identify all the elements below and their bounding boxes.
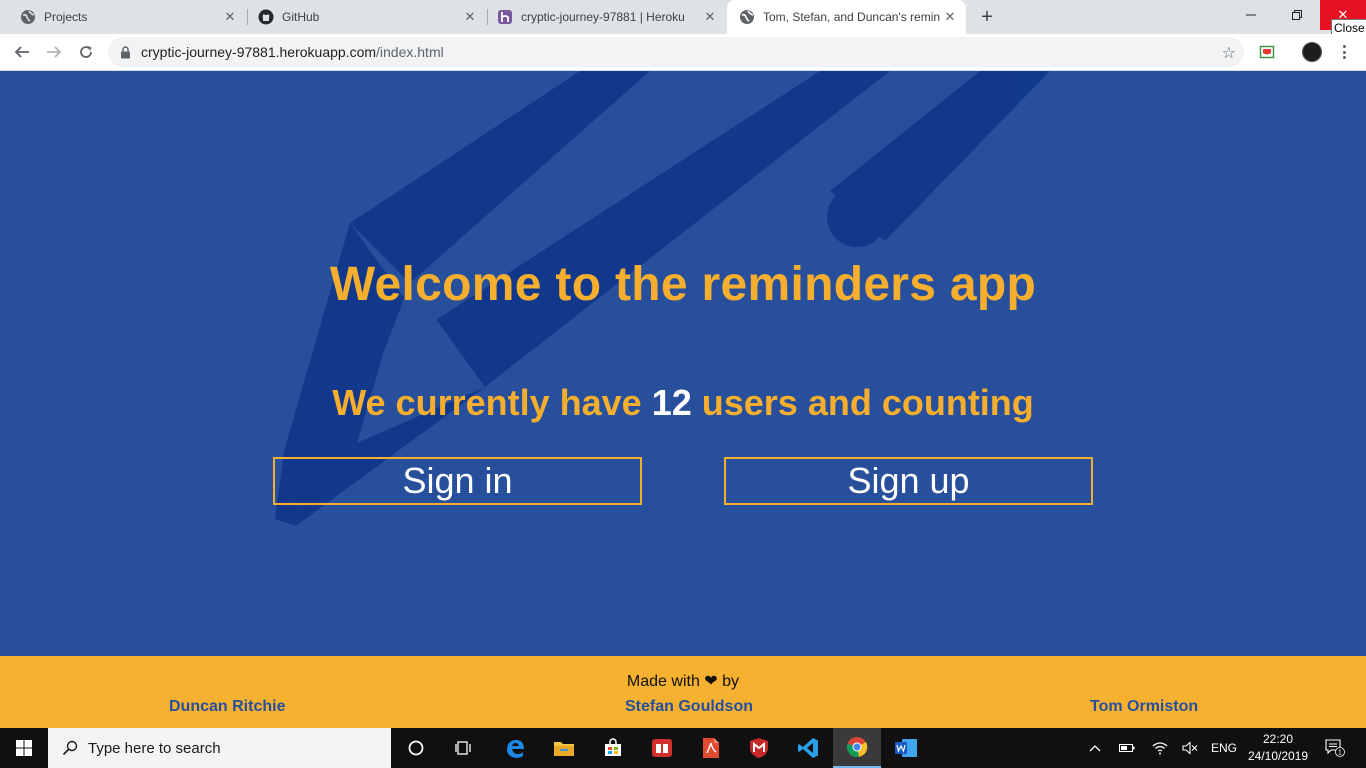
tab-github[interactable]: GitHub ✕ <box>238 0 486 34</box>
clock-time: 22:20 <box>1262 732 1294 746</box>
tab-title: Tom, Stefan, and Duncan's remin <box>763 10 941 24</box>
show-hidden-icons-chevron-icon[interactable] <box>1084 728 1106 768</box>
author-duncan: Duncan Ritchie <box>169 698 286 715</box>
vscode-icon[interactable] <box>784 728 832 768</box>
subtitle-prefix: We currently have <box>332 382 642 423</box>
globe-icon <box>20 9 36 25</box>
browser-menu-icon[interactable] <box>1336 42 1352 62</box>
profile-avatar-icon[interactable] <box>1302 42 1322 62</box>
notification-count: 1 <box>1338 750 1342 757</box>
battery-icon[interactable] <box>1116 728 1138 768</box>
author-tom: Tom Ormiston <box>1090 698 1199 715</box>
user-count-headline: We currently have 12 users and counting <box>0 382 1366 424</box>
file-explorer-icon[interactable] <box>540 728 588 768</box>
tab-title: cryptic-journey-97881 | Heroku <box>521 10 685 24</box>
taskbar-search-box[interactable]: Type here to search <box>48 728 391 768</box>
tab-reminders-app[interactable]: Tom, Stefan, and Duncan's remin ✕ <box>727 0 966 34</box>
tab-close-icon[interactable]: ✕ <box>702 9 718 25</box>
cortana-icon[interactable] <box>392 728 440 768</box>
extension-icon[interactable] <box>1258 43 1276 61</box>
minimize-icon[interactable] <box>1228 0 1274 30</box>
pencil-background-illustration <box>275 71 1050 526</box>
page-title: Welcome to the reminders app <box>329 258 1037 311</box>
task-view-icon[interactable] <box>440 728 488 768</box>
tab-heroku[interactable]: cryptic-journey-97881 | Heroku ✕ <box>477 0 726 34</box>
sign-in-button[interactable]: Sign in <box>273 457 642 505</box>
url-domain: cryptic-journey-97881.herokuapp.com <box>141 44 377 60</box>
microsoft-store-icon[interactable] <box>589 728 637 768</box>
language-indicator[interactable]: ENG <box>1206 728 1242 768</box>
landing-page: Welcome to the reminders app We currentl… <box>0 71 1366 656</box>
acrobat-reader-icon[interactable] <box>687 728 735 768</box>
made-with-line: Made with ❤ by <box>0 671 1366 691</box>
by-text: by <box>722 673 740 690</box>
heart-icon: ❤ <box>704 673 718 690</box>
github-icon <box>258 9 274 25</box>
wifi-icon[interactable] <box>1149 728 1171 768</box>
windows-taskbar: Type here to search ENG 22:20 24/10/2019… <box>0 728 1366 768</box>
search-placeholder: Type here to search <box>88 739 221 757</box>
tab-close-icon[interactable]: ✕ <box>222 9 238 25</box>
mcafee-icon[interactable] <box>735 728 783 768</box>
tab-close-icon[interactable]: ✕ <box>942 9 958 25</box>
new-tab-plus-icon[interactable]: + <box>976 6 998 28</box>
tab-projects[interactable]: Projects ✕ <box>0 0 246 34</box>
address-bar[interactable]: cryptic-journey-97881.herokuapp.com/inde… <box>108 37 1244 67</box>
reader-app-icon[interactable] <box>638 728 686 768</box>
edge-icon[interactable] <box>491 728 539 768</box>
url-path: /index.html <box>376 44 444 60</box>
chrome-icon[interactable] <box>833 728 881 768</box>
restore-icon[interactable] <box>1274 0 1320 30</box>
browser-toolbar: cryptic-journey-97881.herokuapp.com/inde… <box>0 34 1366 71</box>
url-text: cryptic-journey-97881.herokuapp.com/inde… <box>141 44 444 60</box>
forward-arrow-icon[interactable] <box>42 40 66 64</box>
reload-icon[interactable] <box>74 40 98 64</box>
taskbar-clock[interactable]: 22:20 24/10/2019 <box>1244 731 1312 765</box>
sign-up-button[interactable]: Sign up <box>724 457 1093 505</box>
clock-date: 24/10/2019 <box>1247 749 1309 763</box>
word-icon[interactable] <box>882 728 930 768</box>
tab-title: Projects <box>44 10 88 24</box>
made-with-text: Made with <box>626 673 700 690</box>
bookmark-star-icon[interactable]: ☆ <box>1222 43 1236 63</box>
volume-muted-icon[interactable] <box>1179 728 1201 768</box>
lock-icon <box>120 45 131 59</box>
back-arrow-icon[interactable] <box>10 40 34 64</box>
browser-tab-strip: Projects ✕ GitHub ✕ cryptic-journey-9788… <box>0 0 1366 37</box>
globe-icon <box>739 9 755 25</box>
action-center-icon[interactable]: 1 <box>1320 728 1350 768</box>
windows-start-icon[interactable] <box>0 728 48 768</box>
tab-title: GitHub <box>282 10 320 24</box>
user-count: 12 <box>651 382 692 423</box>
search-icon <box>62 740 78 756</box>
author-stefan: Stefan Gouldson <box>625 698 753 715</box>
tab-close-icon[interactable]: ✕ <box>462 9 478 25</box>
page-footer: Made with ❤ by Duncan Ritchie Stefan Gou… <box>0 656 1366 728</box>
subtitle-suffix: users and counting <box>701 382 1034 423</box>
heroku-icon <box>497 9 513 25</box>
